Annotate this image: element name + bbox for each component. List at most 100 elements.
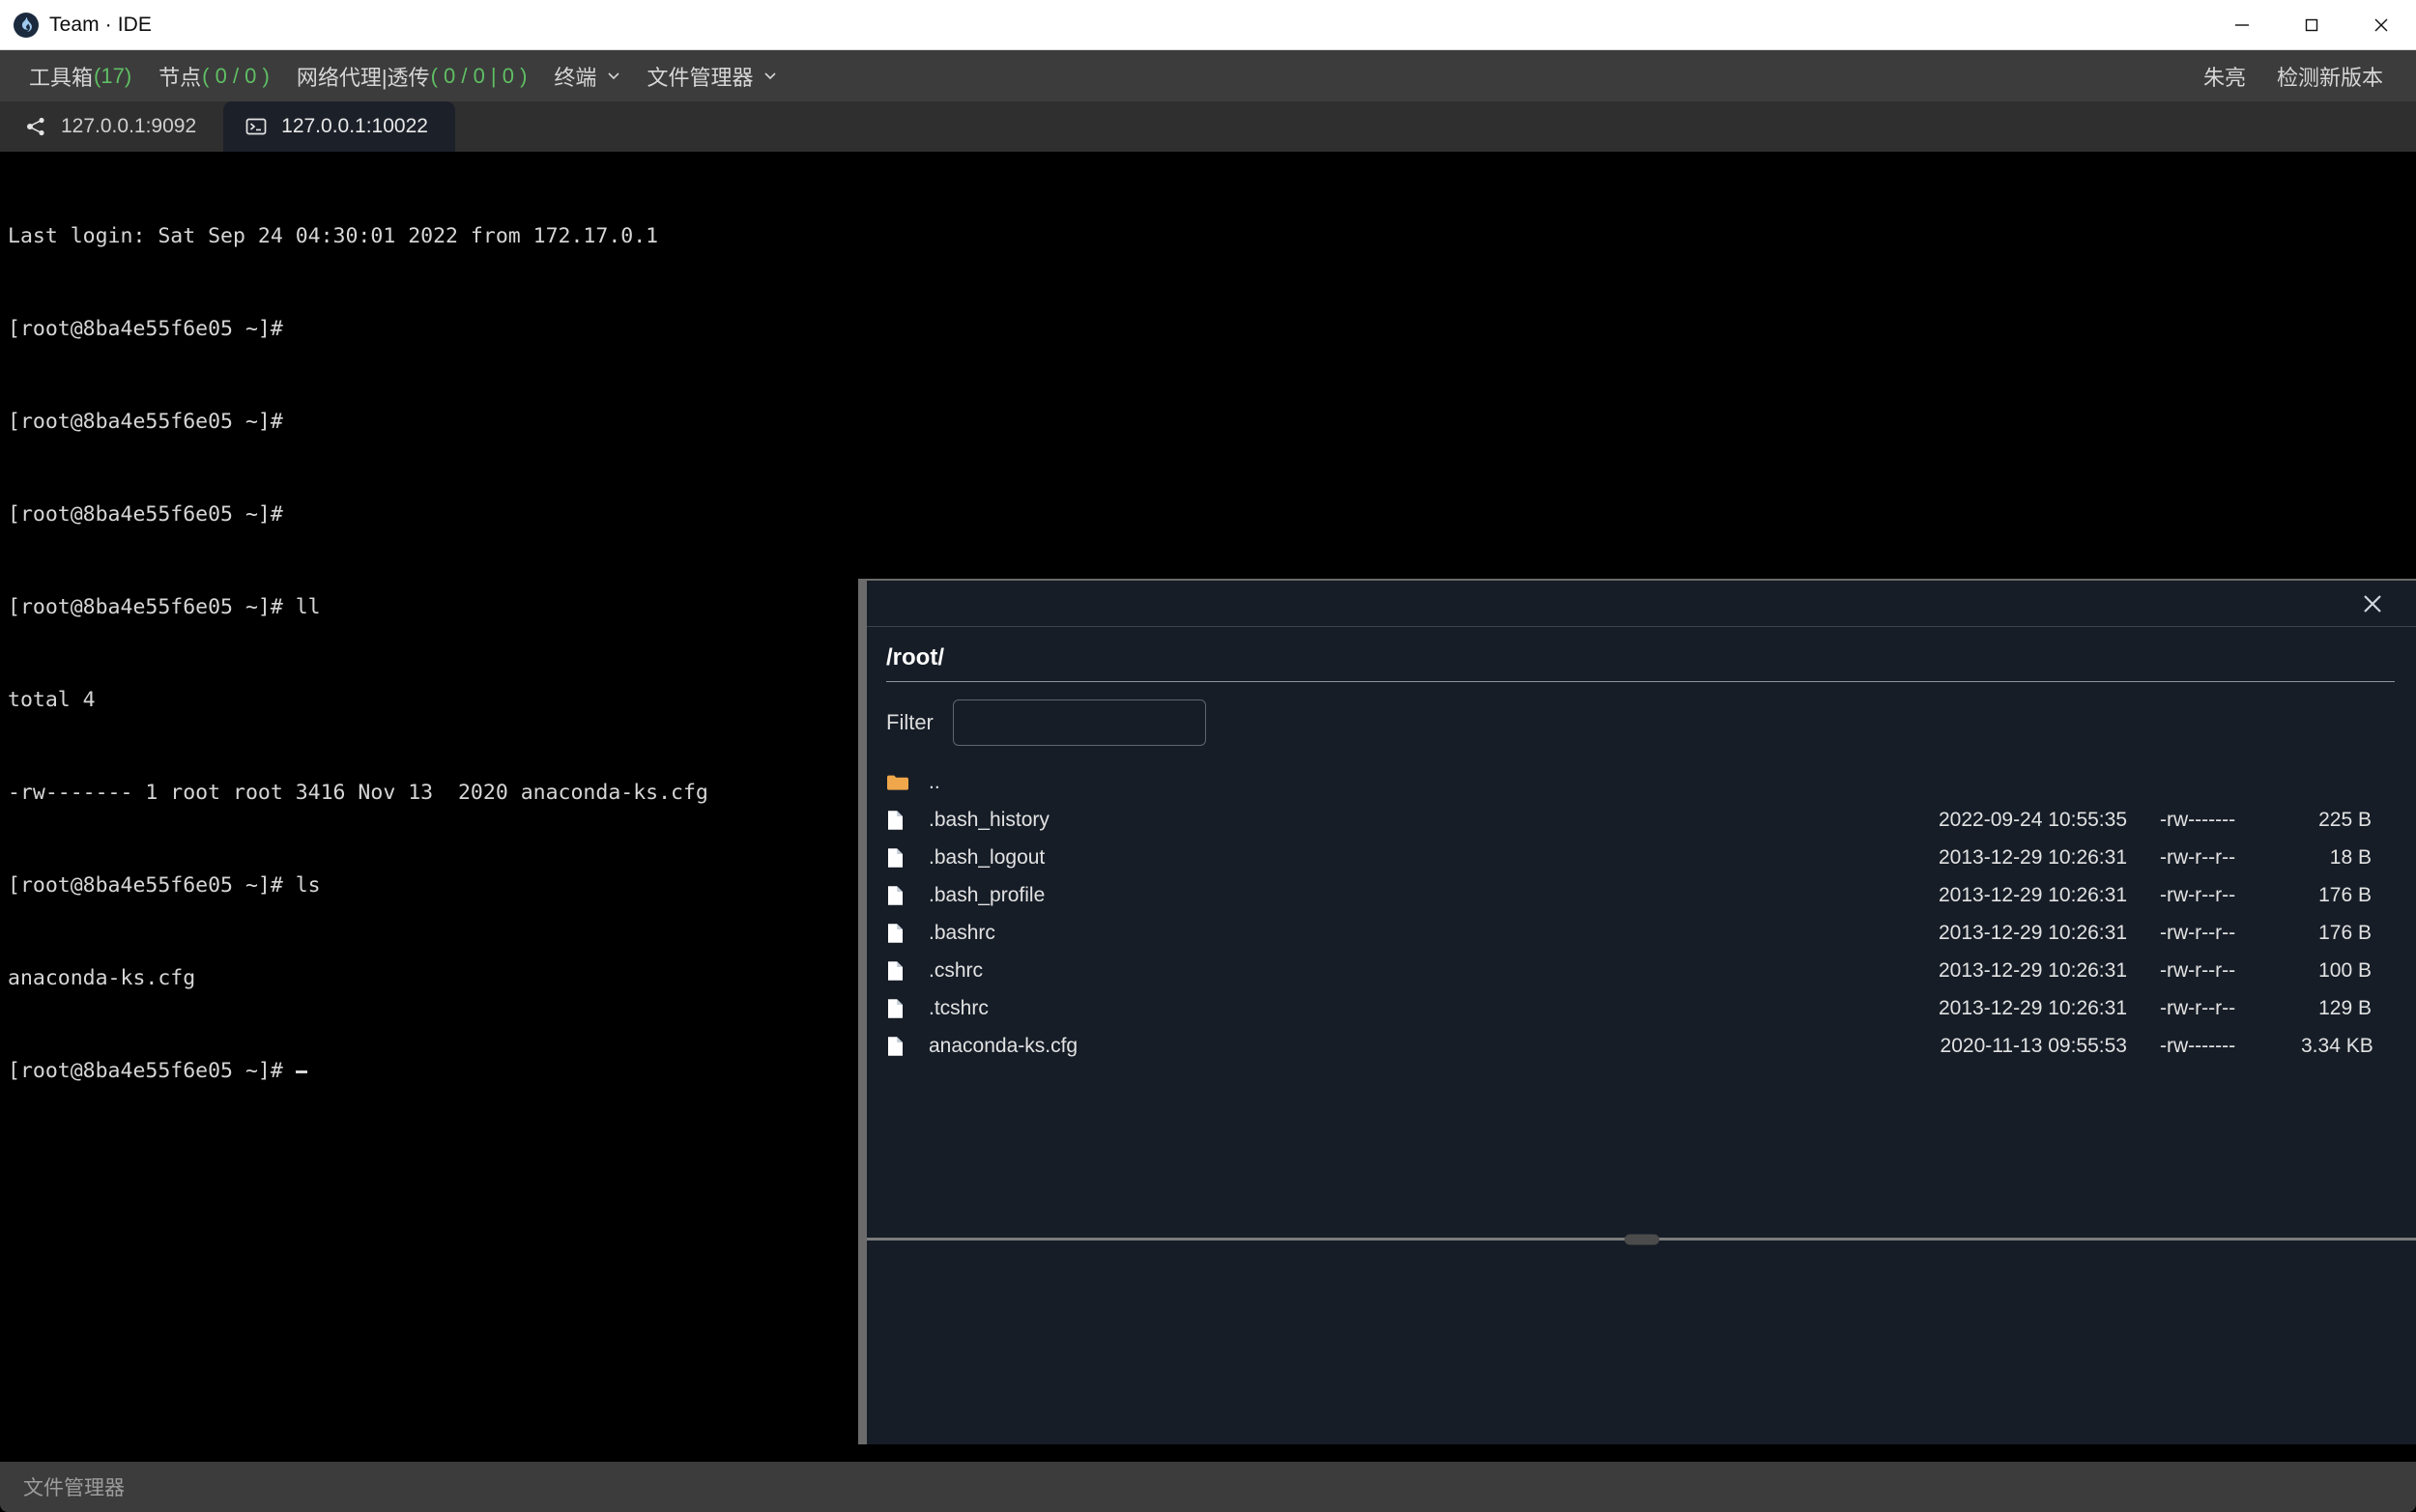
tab-127-0-0-1-9092[interactable]: 127.0.0.1:9092 [3,101,223,152]
menu-item-toolbox-count: (17) [94,64,131,89]
file-size: 176 B [2301,884,2416,907]
filter-row: Filter [867,682,2416,761]
terminal-line: [root@8ba4e55f6e05 ~]# [8,499,2416,530]
terminal-cursor [296,1070,307,1073]
terminal-line: [root@8ba4e55f6e05 ~]# [8,314,2416,345]
file-list[interactable]: .. .bash_history 2022-09-24 10:55:35 -rw… [867,761,2416,1238]
minimize-button[interactable] [2207,0,2277,49]
window-bottom-gap [0,1444,2416,1462]
menu-item-file-manager-label: 文件管理器 [647,61,753,92]
file-mtime: 2013-12-29 10:26:31 [1885,959,2127,983]
folder-icon [886,773,919,792]
workspace: Last login: Sat Sep 24 04:30:01 2022 fro… [0,152,2416,1444]
check-update-button[interactable]: 检测新版本 [2261,50,2399,101]
menu-item-terminal-label: 终端 [554,61,596,92]
file-permissions: -rw------- [2127,1035,2301,1058]
file-name: .tcshrc [919,997,1885,1020]
file-icon [886,885,919,906]
menu-item-toolbox-label: 工具箱 [29,61,93,92]
tab-127-0-0-1-10022[interactable]: 127.0.0.1:10022 [223,101,455,152]
file-size: 129 B [2301,997,2416,1020]
filter-input[interactable] [953,699,1206,746]
current-path: /root/ [867,627,2416,681]
file-size: 176 B [2301,922,2416,945]
title-bar-left: Team · IDE [0,13,152,38]
file-row[interactable]: .bashrc 2013-12-29 10:26:31 -rw-r--r-- 1… [867,914,2416,952]
title-bar: Team · IDE [0,0,2416,50]
tab-bar: 127.0.0.1:9092 127.0.0.1:10022 [0,101,2416,152]
file-name: .. [919,771,1885,794]
file-icon [886,1036,919,1057]
application-window: Team · IDE 工具箱(17) 节点( 0 / 0 ) 网络代理|透传 [0,0,2416,1512]
file-permissions: -rw-r--r-- [2127,884,2301,907]
terminal-prompt: [root@8ba4e55f6e05 ~]# [8,1059,296,1083]
file-name: .bash_logout [919,846,1885,870]
file-name: .cshrc [919,959,1885,983]
file-manager-transfer-area [867,1241,2416,1444]
user-name[interactable]: 朱亮 [2188,50,2261,101]
file-row[interactable]: .tcshrc 2013-12-29 10:26:31 -rw-r--r-- 1… [867,989,2416,1027]
maximize-button[interactable] [2277,0,2346,49]
menu-item-nodes[interactable]: 节点( 0 / 0 ) [145,50,283,101]
file-size: 3.34 KB [2301,1035,2416,1058]
terminal-line: Last login: Sat Sep 24 04:30:01 2022 fro… [8,221,2416,252]
file-row[interactable]: .cshrc 2013-12-29 10:26:31 -rw-r--r-- 10… [867,952,2416,989]
file-icon [886,960,919,982]
file-row[interactable]: .bash_profile 2013-12-29 10:26:31 -rw-r-… [867,876,2416,914]
file-name: anaconda-ks.cfg [919,1035,1885,1058]
network-node-icon [24,115,47,138]
file-mtime: 2013-12-29 10:26:31 [1885,884,2127,907]
file-manager-panel: /root/ Filter .. [858,579,2416,1444]
file-mtime: 2022-09-24 10:55:35 [1885,809,2127,832]
file-permissions: -rw-r--r-- [2127,997,2301,1020]
file-icon [886,998,919,1019]
filter-label: Filter [886,710,934,735]
terminal-line: [root@8ba4e55f6e05 ~]# [8,407,2416,438]
file-mtime: 2013-12-29 10:26:31 [1885,997,2127,1020]
maximize-icon [2303,16,2320,34]
file-row[interactable]: anaconda-ks.cfg 2020-11-13 09:55:53 -rw-… [867,1027,2416,1065]
terminal-icon [244,115,268,138]
menu-item-file-manager[interactable]: 文件管理器 [633,50,790,101]
file-row[interactable]: .bash_history 2022-09-24 10:55:35 -rw---… [867,801,2416,839]
file-icon [886,847,919,869]
file-mtime: 2020-11-13 09:55:53 [1885,1035,2127,1058]
splitter-grip[interactable] [1625,1234,1659,1244]
close-icon [2359,590,2386,617]
file-manager-header [867,581,2416,627]
menu-item-network-proxy[interactable]: 网络代理|透传( 0 / 0 | 0 ) [283,50,541,101]
menu-item-toolbox[interactable]: 工具箱(17) [15,50,145,101]
menu-item-nodes-label: 节点 [158,61,201,92]
close-icon [2372,15,2391,35]
file-manager-content: /root/ Filter .. [867,581,2416,1444]
panel-splitter[interactable] [867,1238,2416,1241]
menu-bar: 工具箱(17) 节点( 0 / 0 ) 网络代理|透传( 0 / 0 | 0 )… [0,50,2416,101]
file-permissions: -rw-r--r-- [2127,922,2301,945]
file-manager-close-button[interactable] [2356,587,2389,620]
flame-icon [14,13,39,38]
window-title: Team · IDE [49,14,152,37]
file-row[interactable]: .bash_logout 2013-12-29 10:26:31 -rw-r--… [867,839,2416,876]
menu-item-network-proxy-label: 网络代理|透传 [297,61,430,92]
status-text: 文件管理器 [23,1472,125,1501]
close-button[interactable] [2346,0,2416,49]
file-mtime: 2013-12-29 10:26:31 [1885,846,2127,870]
file-icon [886,810,919,831]
status-bar: 文件管理器 [0,1462,2416,1512]
file-permissions: -rw------- [2127,809,2301,832]
tab-label: 127.0.0.1:9092 [61,115,196,138]
minimize-icon [2233,16,2251,34]
file-icon [886,923,919,944]
menu-item-terminal[interactable]: 终端 [540,50,633,101]
file-size: 18 B [2301,846,2416,870]
file-name: .bashrc [919,922,1885,945]
file-mtime: 2013-12-29 10:26:31 [1885,922,2127,945]
tab-label: 127.0.0.1:10022 [281,115,428,138]
file-permissions: -rw-r--r-- [2127,959,2301,983]
file-size: 100 B [2301,959,2416,983]
file-permissions: -rw-r--r-- [2127,846,2301,870]
chevron-down-icon [762,68,776,81]
file-row-parent[interactable]: .. [867,763,2416,801]
file-size: 225 B [2301,809,2416,832]
chevron-down-icon [606,68,619,81]
